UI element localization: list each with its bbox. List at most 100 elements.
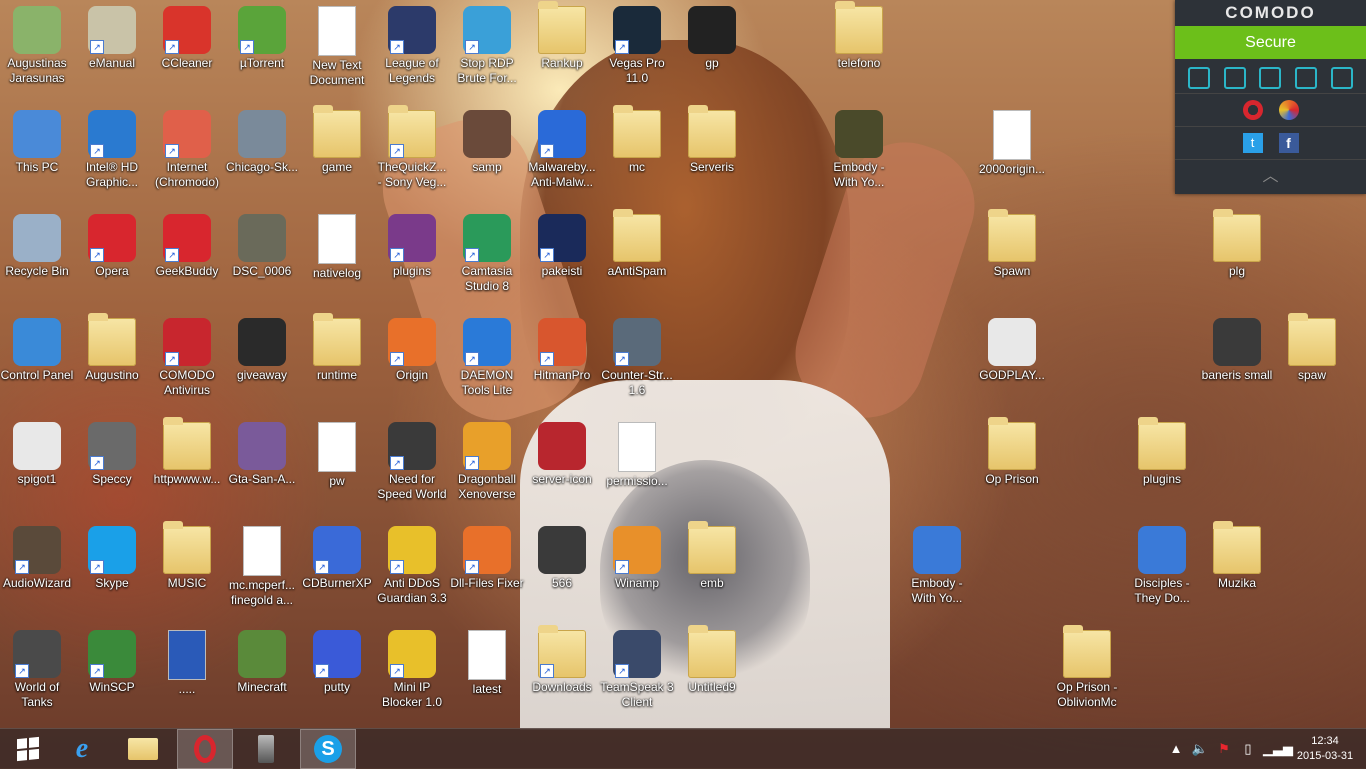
desktop-icon[interactable]: permissio... bbox=[600, 416, 674, 516]
desktop-icon[interactable]: pw bbox=[300, 416, 374, 516]
desktop-icon[interactable]: baneris small bbox=[1200, 312, 1274, 412]
desktop-icon[interactable]: ↗ µTorrent bbox=[225, 0, 299, 100]
desktop-icon[interactable]: server-icon bbox=[525, 416, 599, 516]
desktop-icon[interactable]: ↗ CCleaner bbox=[150, 0, 224, 100]
desktop-icon[interactable]: ↗ AudioWizard bbox=[0, 520, 74, 620]
file-explorer-button[interactable] bbox=[115, 729, 171, 769]
desktop-icon[interactable]: Op Prison - OblivionMc bbox=[1050, 624, 1124, 724]
desktop-icon[interactable]: ↗ DAEMON Tools Lite bbox=[450, 312, 524, 412]
battery-icon[interactable]: ▯ bbox=[1239, 740, 1257, 758]
comodo-update-icon[interactable] bbox=[1223, 67, 1246, 89]
desktop-icon[interactable]: Minecraft bbox=[225, 624, 299, 724]
desktop-icon[interactable]: emb bbox=[675, 520, 749, 620]
desktop-icon[interactable]: Recycle Bin bbox=[0, 208, 74, 308]
desktop-icon[interactable]: ↗ Intel® HD Graphic... bbox=[75, 104, 149, 204]
desktop-icon[interactable]: aAntiSpam bbox=[600, 208, 674, 308]
desktop-icon[interactable]: ↗ TeamSpeak 3 Client bbox=[600, 624, 674, 724]
desktop-icon[interactable]: ↗ World of Tanks bbox=[0, 624, 74, 724]
desktop-icon[interactable]: ↗ Stop RDP Brute For... bbox=[450, 0, 524, 100]
desktop-icon[interactable]: spigot1 bbox=[0, 416, 74, 516]
desktop-icon[interactable]: nativelog bbox=[300, 208, 374, 308]
desktop-icon[interactable]: ↗ Opera bbox=[75, 208, 149, 308]
desktop-icon[interactable]: ↗ CDBurnerXP bbox=[300, 520, 374, 620]
comodo-status[interactable]: Secure bbox=[1175, 26, 1366, 59]
desktop-icon[interactable]: Augustino bbox=[75, 312, 149, 412]
twitter-icon[interactable]: t bbox=[1242, 133, 1263, 153]
desktop-icon[interactable]: telefono bbox=[822, 0, 896, 100]
desktop-icon[interactable]: ↗ Downloads bbox=[525, 624, 599, 724]
comodo-layout-icon[interactable] bbox=[1259, 67, 1282, 89]
desktop-icon[interactable]: gp bbox=[675, 0, 749, 100]
desktop-icon[interactable]: Spawn bbox=[975, 208, 1049, 308]
desktop-icon[interactable]: mc.mcperf... finegold a... bbox=[225, 520, 299, 620]
desktop-icon[interactable]: ↗ WinSCP bbox=[75, 624, 149, 724]
desktop-icon[interactable]: spaw bbox=[1275, 312, 1349, 412]
desktop-icon[interactable]: ↗ TheQuickZ... - Sony Veg... bbox=[375, 104, 449, 204]
desktop-icon[interactable]: ↗ League of Legends bbox=[375, 0, 449, 100]
desktop-icon[interactable]: samp bbox=[450, 104, 524, 204]
desktop-icon[interactable]: ↗ Origin bbox=[375, 312, 449, 412]
desktop-icon[interactable]: mc bbox=[600, 104, 674, 204]
desktop-icon[interactable]: Embody - With Yo... bbox=[822, 104, 896, 204]
desktop-icon[interactable]: plg bbox=[1200, 208, 1274, 308]
desktop-icon[interactable]: ↗ Counter-Str... 1.6 bbox=[600, 312, 674, 412]
opera-taskbar-button[interactable] bbox=[177, 729, 233, 769]
desktop-icon[interactable]: 566 bbox=[525, 520, 599, 620]
desktop-icon[interactable]: ↗ Malwareby... Anti-Malw... bbox=[525, 104, 599, 204]
desktop-icon[interactable]: ↗ Anti DDoS Guardian 3.3 bbox=[375, 520, 449, 620]
desktop-icon[interactable]: ↗ HitmanPro bbox=[525, 312, 599, 412]
facebook-icon[interactable]: f bbox=[1278, 133, 1299, 153]
desktop-icon[interactable]: ↗ COMODO Antivirus bbox=[150, 312, 224, 412]
desktop-icon[interactable]: This PC bbox=[0, 104, 74, 204]
desktop-icon[interactable]: ↗ GeekBuddy bbox=[150, 208, 224, 308]
desktop-icon[interactable]: Muzika bbox=[1200, 520, 1274, 620]
desktop-icon[interactable]: MUSIC bbox=[150, 520, 224, 620]
chromodo-icon[interactable] bbox=[1278, 100, 1299, 120]
action-center-icon[interactable]: ⚑ bbox=[1215, 740, 1233, 758]
chevron-up-icon[interactable]: ︿ bbox=[1175, 159, 1366, 186]
speccy-taskbar-button[interactable] bbox=[238, 729, 294, 769]
desktop-icon[interactable]: ↗ eManual bbox=[75, 0, 149, 100]
desktop-icon[interactable]: httpwww.w... bbox=[150, 416, 224, 516]
desktop-icon[interactable]: Rankup bbox=[525, 0, 599, 100]
desktop-icon[interactable]: ↗ Internet (Chromodo) bbox=[150, 104, 224, 204]
desktop-icon[interactable]: Chicago-Sk... bbox=[225, 104, 299, 204]
desktop-icon[interactable]: ↗ Skype bbox=[75, 520, 149, 620]
desktop-icon[interactable]: Untitled9 bbox=[675, 624, 749, 724]
desktop-icon[interactable]: Serveris bbox=[675, 104, 749, 204]
desktop-icon[interactable]: ↗ Need for Speed World bbox=[375, 416, 449, 516]
desktop-icon[interactable]: Gta-San-A... bbox=[225, 416, 299, 516]
desktop-icon[interactable]: ↗ Vegas Pro 11.0 bbox=[600, 0, 674, 100]
desktop-icon[interactable]: ↗ Camtasia Studio 8 bbox=[450, 208, 524, 308]
desktop-icon[interactable]: 2000origin... bbox=[975, 104, 1049, 204]
desktop-icon[interactable]: ↗ putty bbox=[300, 624, 374, 724]
desktop-icon[interactable]: ↗ pakeisti bbox=[525, 208, 599, 308]
comodo-support-icon[interactable] bbox=[1331, 67, 1354, 89]
desktop-icon[interactable]: Augustinas Jarasunas bbox=[0, 0, 74, 100]
desktop-icon[interactable]: ↗ Dll-Files Fixer bbox=[450, 520, 524, 620]
skype-taskbar-button[interactable]: S bbox=[300, 729, 356, 769]
desktop-icon[interactable]: ↗ Dragonball Xenoverse bbox=[450, 416, 524, 516]
volume-icon[interactable]: 🔈 bbox=[1191, 740, 1209, 758]
comodo-task-icon[interactable] bbox=[1187, 67, 1210, 89]
internet-explorer-button[interactable]: e bbox=[54, 729, 110, 769]
desktop-icon[interactable]: New Text Document bbox=[300, 0, 374, 100]
desktop-icon[interactable]: ↗ Mini IP Blocker 1.0 bbox=[375, 624, 449, 724]
desktop-icon[interactable]: Disciples - They Do... bbox=[1125, 520, 1199, 620]
chevron-up-icon[interactable]: ▲ bbox=[1167, 740, 1185, 758]
comodo-sandbox-icon[interactable] bbox=[1295, 67, 1318, 89]
desktop-icon[interactable]: Op Prison bbox=[975, 416, 1049, 516]
network-signal-icon[interactable]: ▁▃▅ bbox=[1263, 740, 1293, 758]
desktop-icon[interactable]: game bbox=[300, 104, 374, 204]
desktop-icon[interactable]: Embody - With Yo... bbox=[900, 520, 974, 620]
desktop-icon[interactable]: ↗ Winamp bbox=[600, 520, 674, 620]
desktop-icon[interactable]: ↗ Speccy bbox=[75, 416, 149, 516]
desktop-icon[interactable]: ..... bbox=[150, 624, 224, 724]
desktop-icon[interactable]: GODPLAY... bbox=[975, 312, 1049, 412]
desktop-icon[interactable]: ↗ plugins bbox=[375, 208, 449, 308]
desktop-icon[interactable]: runtime bbox=[300, 312, 374, 412]
opera-icon[interactable] bbox=[1242, 100, 1263, 120]
desktop-icon[interactable]: DSC_0006 bbox=[225, 208, 299, 308]
desktop-icon[interactable]: Control Panel bbox=[0, 312, 74, 412]
desktop-icon[interactable]: giveaway bbox=[225, 312, 299, 412]
